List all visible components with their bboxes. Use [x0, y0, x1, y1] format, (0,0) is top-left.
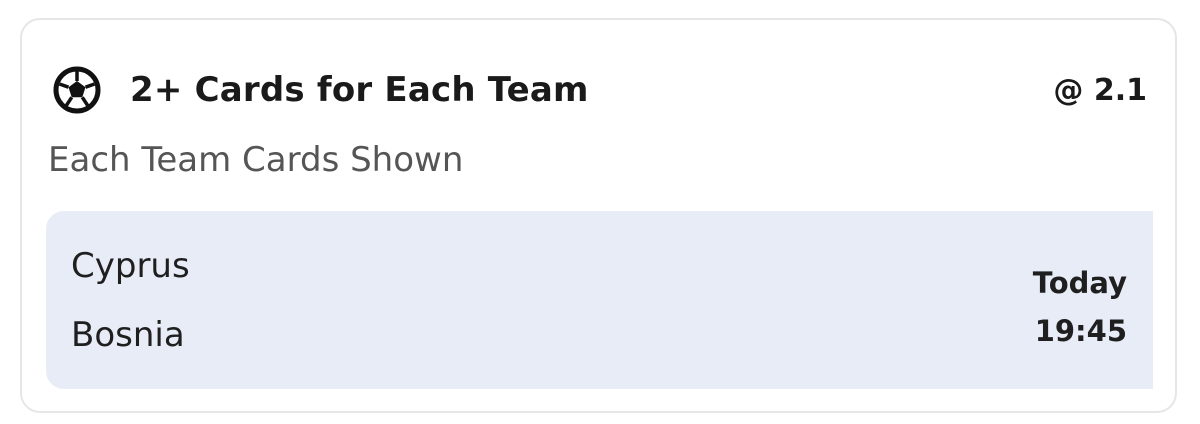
- soccer-ball-icon: [52, 65, 102, 115]
- card-header: 2+ Cards for Each Team @ 2.1: [52, 66, 1147, 114]
- home-team: Cyprus: [71, 246, 190, 286]
- kickoff-day: Today: [1032, 266, 1127, 300]
- kickoff-time: Today 19:45: [1033, 259, 1127, 355]
- odds-value[interactable]: @ 2.1: [1053, 73, 1147, 108]
- market-title: 2+ Cards for Each Team: [130, 70, 589, 110]
- event-panel[interactable]: Cyprus Bosnia Today 19:45: [46, 211, 1153, 389]
- kickoff-clock: 19:45: [1034, 314, 1127, 348]
- away-team: Bosnia: [71, 315, 185, 355]
- market-subtitle: Each Team Cards Shown: [48, 140, 464, 180]
- bet-card[interactable]: 2+ Cards for Each Team @ 2.1 Each Team C…: [20, 18, 1177, 413]
